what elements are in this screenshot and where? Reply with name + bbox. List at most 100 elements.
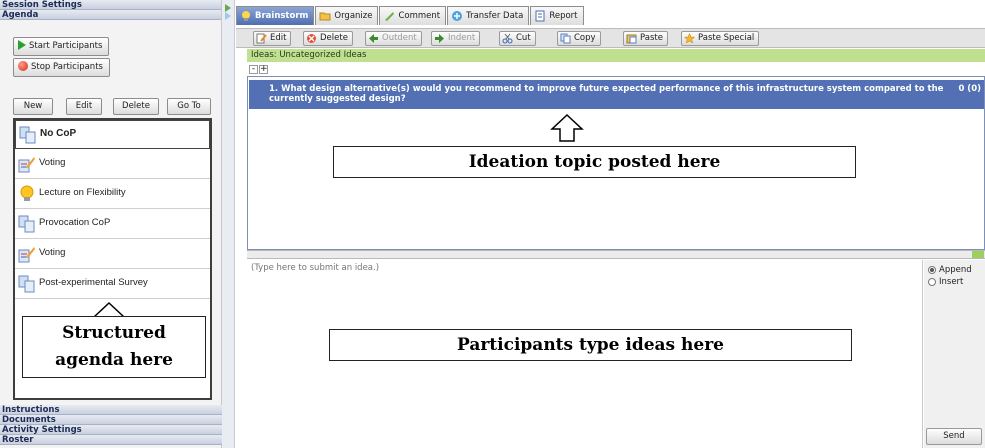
annotation-participants-type: Participants type ideas here [329, 329, 852, 361]
clipboard-icon [626, 34, 637, 44]
section-documents[interactable]: Documents [0, 415, 222, 425]
copy-icon [560, 33, 571, 44]
edit-label: Edit [270, 33, 287, 43]
tab-brainstorm[interactable]: Brainstorm [236, 6, 315, 25]
panel-divider[interactable] [222, 0, 235, 448]
left-panel: Session Settings Agenda Start Participan… [0, 0, 222, 448]
start-participants-button[interactable]: Start Participants [13, 37, 110, 56]
collapse-all-button[interactable]: - [249, 65, 258, 74]
idea-row[interactable]: 1. What design alternative(s) would you … [249, 80, 984, 109]
survey-icon [18, 275, 35, 293]
report-icon [535, 10, 545, 22]
idea-votes: 0 (0) [958, 84, 981, 94]
section-agenda[interactable]: Agenda [0, 10, 221, 20]
agenda-item-label: Provocation CoP [39, 217, 111, 228]
delete-agenda-button[interactable]: Delete [113, 98, 159, 115]
copy-button[interactable]: Copy [557, 31, 601, 46]
idea-body: What design alternative(s) would you rec… [269, 84, 944, 104]
section-roster[interactable]: Roster [0, 435, 222, 445]
outdent-button[interactable]: Outdent [365, 31, 422, 46]
tab-bar: Brainstorm Organize Comment Transfer Dat… [236, 6, 585, 26]
star-icon [684, 33, 695, 44]
tab-label: Brainstorm [255, 10, 309, 21]
append-radio[interactable] [928, 266, 936, 274]
goto-button[interactable]: Go To [167, 98, 211, 115]
agenda-item-label: No CoP [40, 128, 77, 139]
tab-label: Transfer Data [466, 10, 524, 21]
agenda-item-label: Lecture on Flexibility [39, 187, 126, 198]
expand-all-button[interactable]: + [259, 65, 268, 74]
annotation-ideation-topic: Ideation topic posted here [333, 146, 856, 178]
cut-label: Cut [516, 33, 531, 43]
append-label: Append [939, 265, 972, 275]
section-instructions[interactable]: Instructions [0, 405, 222, 415]
insert-option[interactable]: Insert [928, 277, 963, 287]
annotation-structured-agenda: Structured agenda here [22, 316, 206, 378]
arrow-up-icon [550, 113, 584, 142]
scissors-icon [502, 33, 513, 44]
stop-participants-label: Stop Participants [31, 62, 103, 72]
collapse-arrow-icon[interactable] [222, 0, 234, 22]
insert-radio[interactable] [928, 278, 936, 286]
section-session-settings[interactable]: Session Settings [0, 0, 221, 10]
submit-options: Append Insert Send [924, 260, 985, 448]
agenda-item-lecture[interactable]: Lecture on Flexibility [15, 180, 210, 209]
idea-input-area: Participants type ideas here [247, 260, 923, 448]
cut-button[interactable]: Cut [499, 31, 536, 46]
agenda-item-survey[interactable]: Post-experimental Survey [15, 270, 210, 299]
main-panel: Brainstorm Organize Comment Transfer Dat… [236, 0, 985, 448]
voting-icon [18, 247, 35, 263]
delete-button[interactable]: Delete [303, 31, 353, 46]
tab-transfer-data[interactable]: Transfer Data [447, 6, 530, 25]
tab-comment[interactable]: Comment [379, 6, 447, 25]
indent-label: Indent [448, 33, 476, 43]
agenda-item-label: Voting [39, 247, 66, 258]
expand-controls: - + [249, 65, 268, 75]
edit-agenda-button[interactable]: Edit [66, 98, 102, 115]
tab-label: Comment [398, 10, 441, 21]
agenda-item-voting[interactable]: Voting [15, 150, 210, 179]
outdent-arrow-icon [369, 34, 378, 43]
pane-splitter[interactable] [247, 250, 985, 259]
ideas-list: 1. What design alternative(s) would you … [247, 76, 985, 250]
transfer-icon [452, 11, 463, 21]
agenda-toolbar: New Edit Delete Go To [13, 98, 211, 116]
annotation-line-2: agenda here [55, 350, 173, 370]
paste-special-label: Paste Special [698, 33, 755, 43]
folder-icon [319, 12, 331, 21]
paste-special-button[interactable]: Paste Special [681, 31, 760, 46]
splitter-toggle-icon[interactable] [972, 251, 984, 258]
ideas-category-header: Ideas: Uncategorized Ideas [247, 49, 985, 62]
indent-button[interactable]: Indent [431, 31, 481, 46]
play-icon [18, 40, 26, 50]
agenda-item-no-cop[interactable]: No CoP [15, 120, 210, 149]
agenda-item-provocation-cop[interactable]: Provocation CoP [15, 210, 210, 239]
agenda-controls: Start Participants Stop Participants [0, 21, 222, 105]
paste-button[interactable]: Paste [623, 31, 668, 46]
idea-toolbar: Edit Delete Outdent Indent Cut Copy Past… [236, 28, 985, 48]
delete-icon [307, 34, 316, 43]
edit-button[interactable]: Edit [253, 31, 292, 46]
annotation-line-1: Structured [62, 323, 166, 343]
insert-label: Insert [939, 277, 964, 287]
delete-label: Delete [320, 33, 348, 43]
idea-text: 1. What design alternative(s) would you … [269, 84, 959, 104]
outdent-label: Outdent [382, 33, 417, 43]
start-participants-label: Start Participants [29, 41, 103, 51]
new-button[interactable]: New [13, 98, 53, 115]
agenda-item-label: Post-experimental Survey [39, 277, 148, 288]
lightbulb-icon [20, 185, 34, 201]
left-bottom-sections: Instructions Documents Activity Settings… [0, 405, 222, 445]
append-option[interactable]: Append [928, 265, 972, 275]
agenda-item-voting-2[interactable]: Voting [15, 240, 210, 269]
edit-icon [256, 33, 267, 44]
send-button[interactable]: Send [926, 428, 982, 445]
tab-organize[interactable]: Organize [315, 6, 379, 25]
agenda-item-label: Voting [39, 157, 66, 168]
voting-icon [18, 157, 35, 173]
tab-report[interactable]: Report [530, 6, 584, 25]
stop-participants-button[interactable]: Stop Participants [13, 58, 110, 77]
indent-arrow-icon [435, 34, 444, 43]
stop-icon [18, 61, 28, 71]
section-activity-settings[interactable]: Activity Settings [0, 425, 222, 435]
